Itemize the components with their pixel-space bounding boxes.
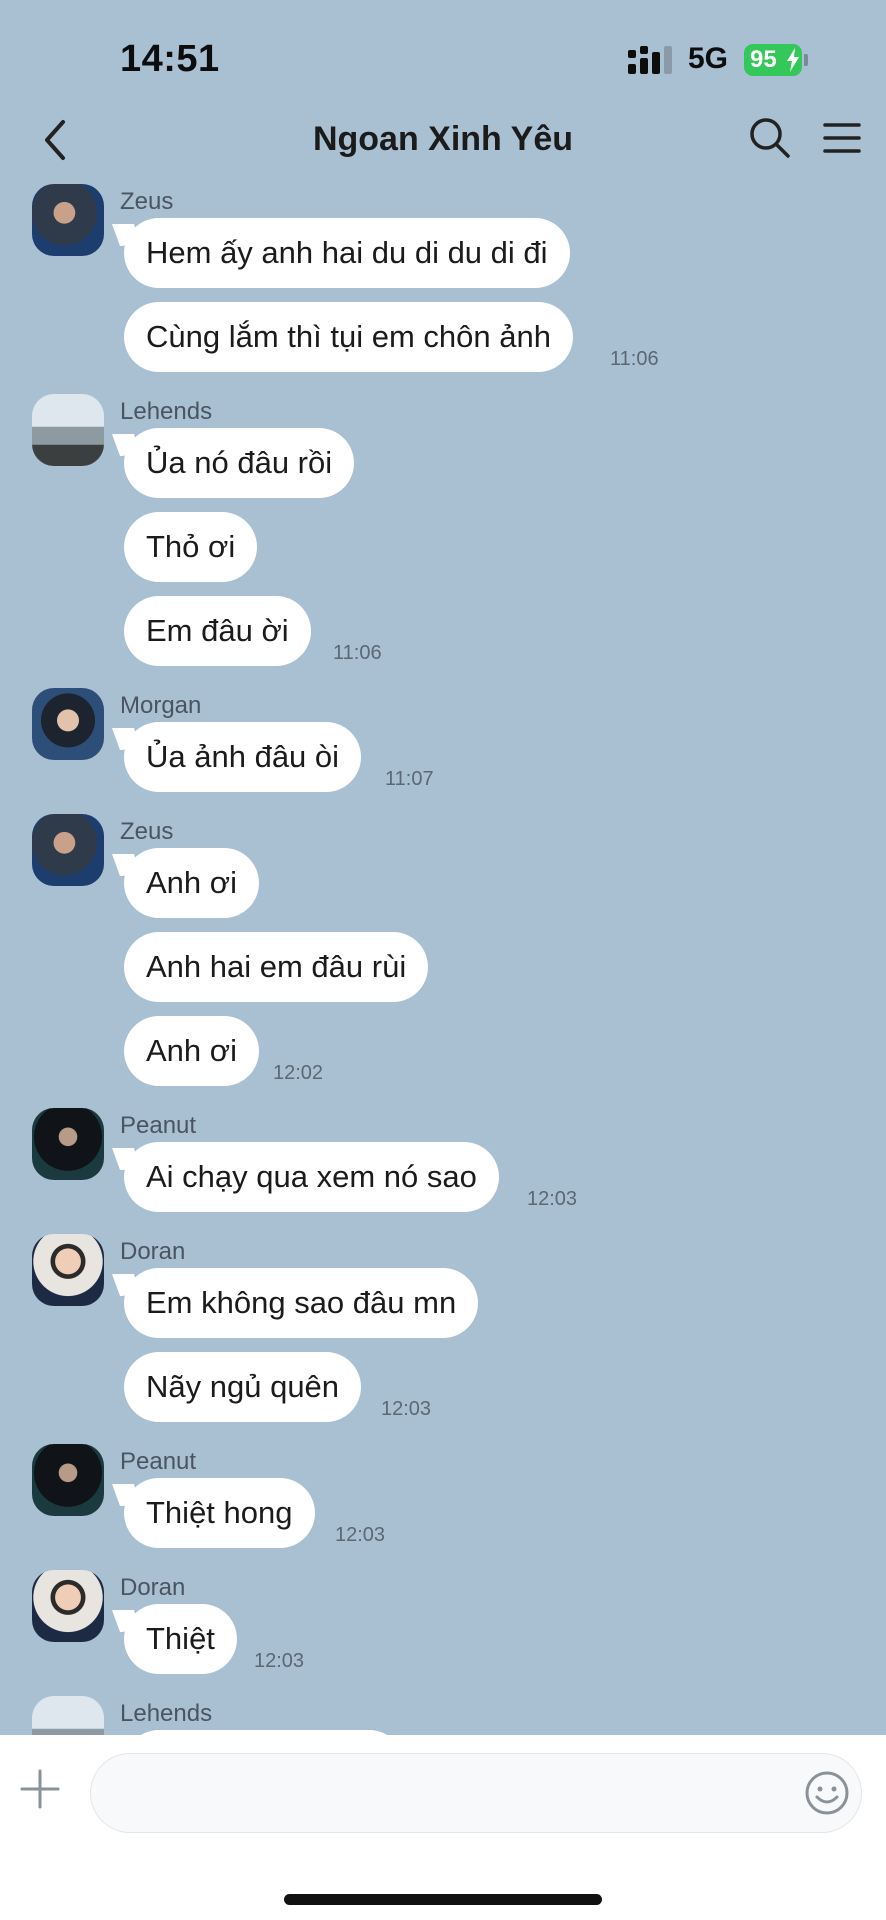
sender-name: Morgan <box>120 692 202 719</box>
menu-icon <box>823 123 861 153</box>
input-bar <box>0 1735 886 1920</box>
message-time: 12:02 <box>273 1062 324 1084</box>
message-time: 12:03 <box>527 1188 578 1210</box>
sender-name: Lehends <box>120 398 213 425</box>
message-bubble[interactable]: Nãy ngủ quên <box>124 1352 362 1422</box>
message-bubble[interactable]: Ai chạy qua xem nó sao <box>124 1142 499 1212</box>
plus-icon[interactable] <box>18 1767 62 1811</box>
status-time: 14:51 <box>120 38 220 80</box>
sender-name: Doran <box>120 1574 186 1601</box>
message-bubble[interactable]: Anh hai em đâu rùi <box>124 932 429 1002</box>
avatar[interactable] <box>32 688 104 760</box>
message-bubble[interactable]: Thỏ ơi <box>124 512 258 582</box>
charging-icon <box>787 48 799 72</box>
avatar[interactable] <box>32 814 104 886</box>
message-bubble[interactable]: Ủa nó đâu rồi <box>124 428 355 498</box>
message-bubble[interactable]: Anh ơi <box>124 1016 259 1086</box>
search-icon <box>750 118 790 158</box>
signal-icon <box>628 46 672 74</box>
battery-level: 95 <box>750 46 777 73</box>
sender-name: Lehends <box>120 1700 213 1727</box>
message-bubble[interactable]: Thiệt <box>124 1604 237 1674</box>
home-indicator[interactable] <box>284 1894 602 1905</box>
message-bubble[interactable]: Em không sao đâu mn <box>124 1268 479 1338</box>
status-bar: 14:51 5G 95 <box>0 0 886 110</box>
message-bubble[interactable]: Anh ơi <box>124 848 259 918</box>
avatar[interactable] <box>32 184 104 256</box>
battery-cap <box>804 54 808 66</box>
message-time: 11:06 <box>610 348 659 370</box>
message-input[interactable] <box>90 1753 862 1833</box>
sender-name: Zeus <box>120 188 174 215</box>
menu-button[interactable] <box>814 110 870 166</box>
message-time: 12:03 <box>254 1650 305 1672</box>
avatar[interactable] <box>32 1234 104 1306</box>
search-button[interactable] <box>742 110 798 166</box>
chat-header: Ngoan Xinh Yêu <box>0 110 886 190</box>
message-time: 12:03 <box>335 1524 386 1546</box>
avatar[interactable] <box>32 1696 104 1735</box>
avatar[interactable] <box>32 1444 104 1516</box>
message-bubble[interactable]: Ủa ảnh đâu òi <box>124 722 362 792</box>
sender-name: Doran <box>120 1238 186 1265</box>
network-type: 5G <box>688 42 729 75</box>
chat-messages[interactable]: Zeus Hem ấy anh hai du di du di đi Cùng … <box>0 180 886 1735</box>
message-time: 11:06 <box>333 642 382 664</box>
message-time: 12:03 <box>381 1398 432 1420</box>
avatar[interactable] <box>32 1570 104 1642</box>
message-time: 11:07 <box>385 768 434 790</box>
message-bubble[interactable]: Cùng lắm thì tụi em chôn ảnh <box>124 302 573 372</box>
message-bubble[interactable]: Em đâu ời <box>124 596 311 666</box>
message-bubble[interactable]: Thiệt hong <box>124 1478 315 1548</box>
message-bubble[interactable]: Hem ấy anh hai du di du di đi <box>124 218 570 288</box>
sender-name: Peanut <box>120 1448 197 1475</box>
avatar[interactable] <box>32 394 104 466</box>
sender-name: Zeus <box>120 818 174 845</box>
emoji-icon[interactable] <box>804 1770 850 1816</box>
sender-name: Peanut <box>120 1112 197 1139</box>
avatar[interactable] <box>32 1108 104 1180</box>
